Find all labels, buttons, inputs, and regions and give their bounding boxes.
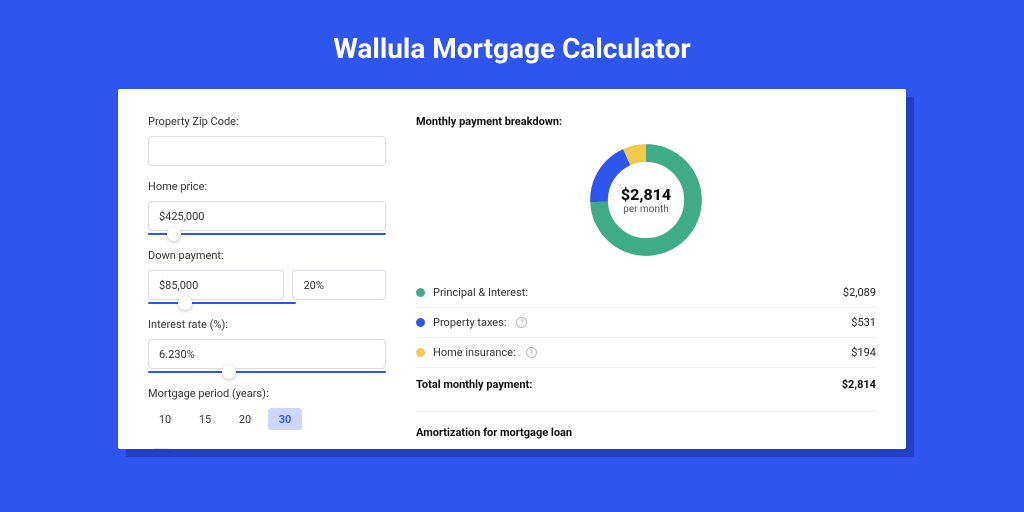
zip-group: Property Zip Code:: [148, 115, 386, 166]
page-title: Wallula Mortgage Calculator: [0, 0, 1024, 89]
down-payment-slider[interactable]: [148, 302, 296, 304]
interest-label: Interest rate (%):: [148, 318, 386, 331]
period-option-20[interactable]: 20: [228, 408, 262, 430]
donut-amount: $2,814: [621, 185, 671, 204]
period-option-10[interactable]: 10: [148, 408, 182, 430]
legend-dot-icon: [416, 318, 425, 327]
legend-value: $531: [851, 316, 876, 329]
total-label: Total monthly payment:: [416, 378, 532, 391]
legend-value: $2,089: [843, 286, 876, 299]
legend-row: Home insurance:? $194: [416, 338, 876, 368]
info-icon[interactable]: ?: [516, 317, 527, 328]
slider-thumb-icon[interactable]: [222, 365, 236, 379]
down-payment-percent-input[interactable]: [292, 270, 386, 300]
period-option-30[interactable]: 30: [268, 408, 302, 430]
amortization-title: Amortization for mortgage loan: [416, 411, 876, 439]
legend-label: Property taxes:: [433, 316, 506, 329]
legend-row: Principal & Interest: $2,089: [416, 278, 876, 308]
zip-input[interactable]: [148, 136, 386, 166]
form-panel: Property Zip Code: Home price: Down paym…: [148, 115, 386, 423]
down-payment-group: Down payment:: [148, 249, 386, 304]
total-value: $2,814: [842, 378, 876, 391]
legend-dot-icon: [416, 348, 425, 357]
down-payment-label: Down payment:: [148, 249, 386, 262]
zip-label: Property Zip Code:: [148, 115, 386, 128]
veteran-label: I am veteran or military: [184, 449, 296, 450]
interest-slider[interactable]: [148, 371, 386, 373]
donut-sub: per month: [621, 204, 671, 215]
period-group: Mortgage period (years): 10 15 20 30: [148, 387, 386, 430]
interest-input[interactable]: [148, 339, 386, 369]
breakdown-panel: Monthly payment breakdown: $2,814 per mo…: [416, 115, 876, 423]
slider-thumb-icon[interactable]: [178, 296, 192, 310]
home-price-input[interactable]: [148, 201, 386, 231]
calculator-card: Property Zip Code: Home price: Down paym…: [118, 89, 906, 449]
home-price-group: Home price:: [148, 180, 386, 235]
legend-value: $194: [851, 346, 876, 359]
home-price-label: Home price:: [148, 180, 386, 193]
slider-thumb-icon[interactable]: [167, 227, 181, 241]
amortization-text: Amortization for a mortgage loan refers …: [416, 447, 876, 449]
donut-chart: $2,814 per month: [416, 138, 876, 262]
home-price-slider[interactable]: [148, 233, 386, 235]
breakdown-title: Monthly payment breakdown:: [416, 115, 876, 128]
down-payment-amount-input[interactable]: [148, 270, 284, 300]
period-option-15[interactable]: 15: [188, 408, 222, 430]
donut-center: $2,814 per month: [621, 185, 671, 215]
period-label: Mortgage period (years):: [148, 387, 386, 400]
info-icon[interactable]: ?: [526, 347, 537, 358]
veteran-row: I am veteran or military: [148, 448, 386, 449]
legend-row: Property taxes:? $531: [416, 308, 876, 338]
veteran-toggle[interactable]: [148, 448, 174, 449]
total-row: Total monthly payment: $2,814: [416, 368, 876, 405]
legend-label: Home insurance:: [433, 346, 516, 359]
legend-dot-icon: [416, 288, 425, 297]
legend-label: Principal & Interest:: [433, 286, 528, 299]
interest-group: Interest rate (%):: [148, 318, 386, 373]
